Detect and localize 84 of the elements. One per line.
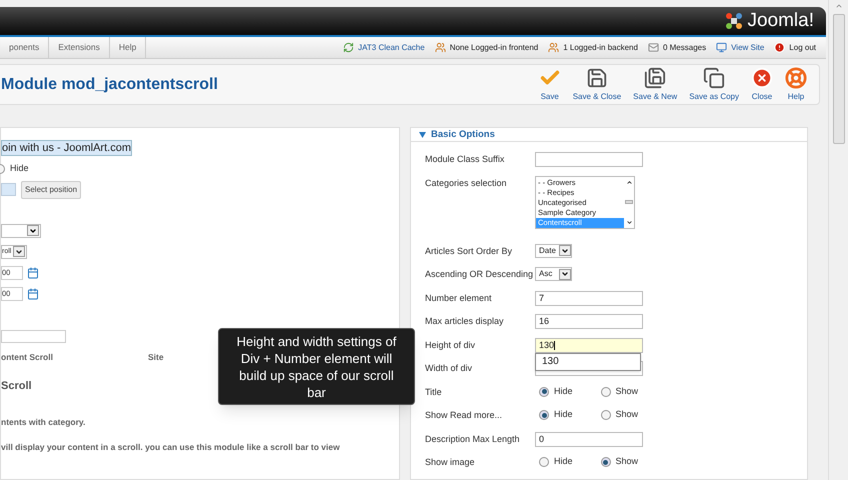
- radio-label: Show: [616, 455, 638, 468]
- toolbar-button[interactable]: Save as Copy: [683, 66, 745, 103]
- radio-button[interactable]: [600, 410, 611, 420]
- radio-label: Hide: [554, 384, 573, 398]
- monitor-icon: [716, 42, 728, 54]
- position-field[interactable]: [1, 183, 16, 196]
- description-text: vill display your content in a scroll. you can use this module like a scroll bar to view: [1, 440, 340, 454]
- status-text: None Logged-in frontend: [450, 42, 538, 54]
- scroll-thumb[interactable]: [832, 14, 844, 144]
- dropdown[interactable]: [1, 224, 41, 238]
- text-field[interactable]: 16: [535, 314, 643, 330]
- radio-button[interactable]: [539, 386, 549, 397]
- module-type-text: ontent Scroll: [1, 350, 54, 364]
- toolbar-button[interactable]: Save & New: [627, 66, 684, 103]
- toolbar-button[interactable]: Close: [745, 66, 779, 103]
- expand-triangle-icon[interactable]: [419, 132, 426, 138]
- text-field[interactable]: [535, 152, 643, 168]
- radio-label: Hide: [10, 162, 29, 176]
- menu-item[interactable]: Extensions: [49, 37, 110, 58]
- field-label: Number element: [425, 292, 493, 305]
- description-text: ntents with category.: [1, 416, 86, 429]
- radio-button[interactable]: [539, 410, 549, 420]
- menu-item[interactable]: ponents: [0, 37, 50, 58]
- tooltip: Height and width settings of Div + Number element will build up space of our scroll bar: [218, 328, 415, 405]
- copy-icon: [703, 66, 726, 89]
- mail-icon: [648, 42, 659, 54]
- field-label: Description Max Length: [425, 432, 521, 446]
- logo-text: Joomla!: [747, 8, 814, 32]
- client-text: Site: [148, 350, 164, 364]
- calendar-icon[interactable]: [27, 266, 39, 279]
- text-field[interactable]: 0: [535, 432, 643, 447]
- menu-item[interactable]: Help: [110, 37, 146, 58]
- status-text: Log out: [789, 42, 816, 54]
- field-label: Title: [425, 386, 443, 399]
- status-link[interactable]: View Site: [731, 42, 764, 54]
- radio-label: Show: [616, 408, 638, 422]
- radio-label: Hide: [554, 455, 573, 468]
- status-text: 0 Messages: [662, 42, 706, 54]
- dropdown[interactable]: Asc: [535, 267, 572, 282]
- field-label: Articles Sort Order By: [425, 244, 514, 258]
- users-icon: [548, 42, 560, 54]
- text-field[interactable]: 7: [535, 290, 643, 306]
- floppy-disk-icon: [644, 66, 666, 89]
- toolbar-button[interactable]: Help: [779, 66, 813, 103]
- status-text: 1 Logged-in backend: [563, 42, 638, 54]
- radio-button[interactable]: [600, 386, 611, 397]
- radio-label: Show: [616, 384, 638, 398]
- caret-icon: [29, 226, 37, 235]
- logo-icon: [724, 10, 744, 31]
- calendar-icon[interactable]: [27, 288, 39, 300]
- field-label: Ascending OR Descending: [425, 268, 534, 282]
- field-label: Show image: [425, 456, 476, 470]
- autocomplete-option[interactable]: 130: [536, 354, 640, 370]
- module-heading: Scroll: [1, 378, 32, 394]
- select-position-button[interactable]: Select position: [21, 180, 82, 199]
- status-link[interactable]: JAT3 Clean Cache: [358, 42, 425, 54]
- text-field[interactable]: 130: [535, 338, 643, 353]
- field-label: Categories selection: [425, 176, 508, 190]
- page-scrollbar[interactable]: [828, 0, 848, 480]
- page-title: Module mod_jacontentscroll: [0, 74, 218, 95]
- scroll-up-icon[interactable]: [626, 178, 632, 186]
- refresh-icon: [343, 42, 354, 54]
- caret-icon: [561, 270, 569, 278]
- section-header[interactable]: Basic Options: [411, 128, 807, 142]
- field-label: Module Class Suffix: [425, 153, 506, 166]
- close-icon: [751, 66, 773, 89]
- field-label: Show Read more...: [425, 409, 504, 422]
- field-label: Max articles display: [425, 315, 505, 328]
- dropdown[interactable]: Date: [535, 244, 572, 258]
- users-icon: [434, 42, 446, 54]
- radio-button[interactable]: [600, 457, 611, 468]
- field-label: Width of div: [425, 362, 474, 376]
- lifebuoy-icon: [785, 66, 807, 89]
- logout-icon: [774, 42, 786, 54]
- toolbar-button[interactable]: Save: [532, 66, 567, 103]
- radio-label: Hide: [554, 408, 573, 422]
- toolbar-button[interactable]: Save & Close: [566, 66, 628, 103]
- title-field[interactable]: oin with us - JoomlArt.com: [1, 140, 132, 156]
- text-field[interactable]: [1, 330, 66, 343]
- scroll-down-icon[interactable]: [626, 218, 632, 226]
- caret-icon: [15, 248, 23, 256]
- radio-button[interactable]: [539, 457, 549, 468]
- field-label: Height of div: [425, 338, 476, 352]
- caret-icon: [561, 246, 569, 255]
